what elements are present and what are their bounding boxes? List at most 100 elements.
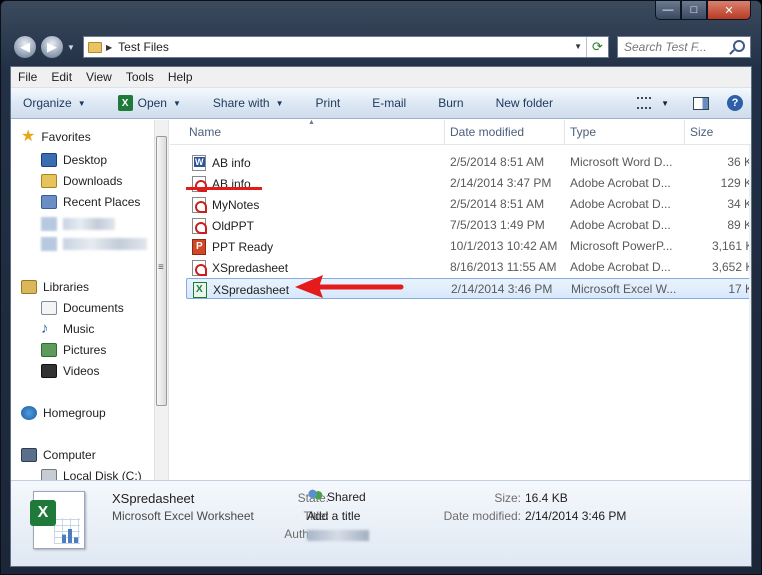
star-icon: ★: [21, 128, 36, 145]
excel-worksheet-icon: X: [30, 491, 85, 549]
title-field[interactable]: Add a title: [307, 509, 360, 523]
file-name-label: MyNotes: [212, 198, 260, 212]
file-row-selected[interactable]: XSpredasheet 2/14/2014 3:46 PM Microsoft…: [186, 278, 751, 299]
sidebar-item-computer[interactable]: Computer: [21, 448, 96, 462]
homegroup-icon: [21, 406, 37, 420]
menu-help[interactable]: Help: [161, 70, 200, 84]
file-size: 36 K: [727, 155, 751, 169]
chevron-down-icon[interactable]: ▼: [661, 99, 669, 108]
authors-field[interactable]: [307, 528, 369, 542]
sidebar-item-homegroup[interactable]: Homegroup: [21, 406, 106, 420]
file-type: Adobe Acrobat D...: [570, 218, 671, 232]
menu-view[interactable]: View: [79, 70, 119, 84]
sidebar-item-label: Computer: [43, 448, 96, 462]
chevron-down-icon[interactable]: ▼: [173, 99, 181, 108]
redacted-label: [63, 238, 147, 250]
sidebar-item-pictures[interactable]: Pictures: [41, 343, 106, 357]
list-scroll-edge: [749, 145, 751, 480]
menu-bar: File Edit View Tools Help: [11, 67, 751, 88]
sidebar-item-documents[interactable]: Documents: [41, 301, 124, 315]
size-value: 16.4 KB: [525, 491, 568, 505]
column-size[interactable]: Size: [690, 125, 713, 139]
share-with-label: Share with: [212, 96, 270, 110]
open-button[interactable]: X Open ▼: [117, 95, 181, 111]
pictures-icon: [41, 343, 57, 357]
menu-edit[interactable]: Edit: [44, 70, 79, 84]
redacted-icon: [41, 217, 57, 231]
file-size: 89 K: [727, 218, 751, 232]
file-row[interactable]: OldPPT 7/5/2013 1:49 PM Adobe Acrobat D.…: [186, 215, 751, 236]
sidebar-item-label: Documents: [63, 301, 124, 315]
sidebar-item-music[interactable]: ♪ Music: [41, 320, 94, 337]
breadcrumb-chevron-icon[interactable]: ▶: [106, 43, 112, 52]
forward-button[interactable]: ▶: [40, 35, 64, 59]
sidebar-item-favorites[interactable]: ★ Favorites: [21, 128, 91, 145]
file-row[interactable]: MyNotes 2/5/2014 8:51 AM Adobe Acrobat D…: [186, 194, 751, 215]
new-folder-button[interactable]: New folder: [496, 96, 553, 110]
scrollbar-thumb[interactable]: [156, 136, 167, 406]
sidebar-item-redacted[interactable]: [41, 217, 115, 231]
change-view-icon[interactable]: [637, 97, 652, 109]
videos-icon: [41, 364, 57, 378]
file-type: Adobe Acrobat D...: [570, 260, 671, 274]
file-type: Adobe Acrobat D...: [570, 176, 671, 190]
column-divider[interactable]: [684, 120, 685, 145]
burn-button[interactable]: Burn: [438, 96, 463, 110]
email-button[interactable]: E-mail: [372, 96, 406, 110]
column-name[interactable]: Name: [189, 125, 221, 139]
column-divider[interactable]: [564, 120, 565, 145]
file-name: PPT Ready: [192, 239, 273, 255]
powerpoint-icon: [192, 239, 206, 255]
sidebar-item-recent-places[interactable]: Recent Places: [41, 195, 140, 209]
refresh-icon[interactable]: ⟳: [586, 37, 608, 57]
pdf-icon: [192, 218, 207, 234]
preview-pane-icon[interactable]: [693, 96, 709, 110]
print-button[interactable]: Print: [316, 96, 341, 110]
file-row[interactable]: XSpredasheet 8/16/2013 11:55 AM Adobe Ac…: [186, 257, 751, 278]
file-size: 34 K: [727, 197, 751, 211]
excel-icon: X: [117, 95, 133, 111]
address-dropdown-icon[interactable]: ▼: [574, 42, 582, 51]
search-icon[interactable]: [733, 40, 745, 52]
menu-file[interactable]: File: [11, 70, 44, 84]
minimize-button[interactable]: —: [655, 1, 681, 20]
sidebar-item-videos[interactable]: Videos: [41, 364, 99, 378]
sidebar-item-label: Homegroup: [43, 406, 106, 420]
search-input[interactable]: [624, 40, 720, 54]
file-type: Microsoft PowerP...: [570, 239, 673, 253]
navigation-pane: ★ Favorites Desktop Downloads Recent Pla…: [11, 120, 169, 483]
column-headers: ▲ Name Date modified Type Size: [170, 120, 751, 145]
file-name-label: PPT Ready: [212, 240, 274, 254]
search-box[interactable]: [617, 36, 751, 58]
sidebar-item-downloads[interactable]: Downloads: [41, 174, 122, 188]
column-type[interactable]: Type: [570, 125, 596, 139]
address-bar[interactable]: ▶ Test Files ▼ ⟳: [83, 36, 609, 58]
back-button[interactable]: ◀: [13, 35, 37, 59]
sidebar-item-label: Favorites: [41, 130, 91, 144]
column-divider[interactable]: [444, 120, 445, 145]
details-file-type: Microsoft Excel Worksheet: [112, 509, 254, 523]
sidebar-item-libraries[interactable]: Libraries: [21, 280, 89, 294]
file-row[interactable]: AB info 2/5/2014 8:51 AM Microsoft Word …: [186, 152, 751, 173]
redacted-icon: [41, 237, 57, 251]
sidebar-item-desktop[interactable]: Desktop: [41, 153, 107, 167]
sidebar-item-redacted[interactable]: [41, 237, 147, 251]
menu-tools[interactable]: Tools: [119, 70, 161, 84]
file-name: XSpredasheet: [193, 282, 289, 298]
maximize-button[interactable]: □: [681, 1, 707, 20]
recent-pages-chevron-icon[interactable]: ▼: [67, 43, 79, 52]
help-icon[interactable]: ?: [727, 95, 743, 111]
music-icon: ♪: [41, 320, 49, 337]
file-date: 10/1/2013 10:42 AM: [450, 239, 558, 253]
navigation-scrollbar[interactable]: [154, 120, 168, 480]
breadcrumb-current[interactable]: Test Files: [118, 40, 169, 54]
share-with-button[interactable]: Share with ▼: [213, 96, 284, 110]
computer-icon: [21, 448, 37, 462]
sort-ascending-icon: ▲: [308, 120, 315, 126]
red-underline-annotation: [186, 187, 262, 190]
file-row[interactable]: AB info 2/14/2014 3:47 PM Adobe Acrobat …: [186, 173, 751, 194]
close-button[interactable]: ✕: [707, 1, 751, 20]
file-row[interactable]: PPT Ready 10/1/2013 10:42 AM Microsoft P…: [186, 236, 751, 257]
column-date-modified[interactable]: Date modified: [450, 125, 524, 139]
organize-button[interactable]: Organize ▼: [23, 96, 86, 110]
